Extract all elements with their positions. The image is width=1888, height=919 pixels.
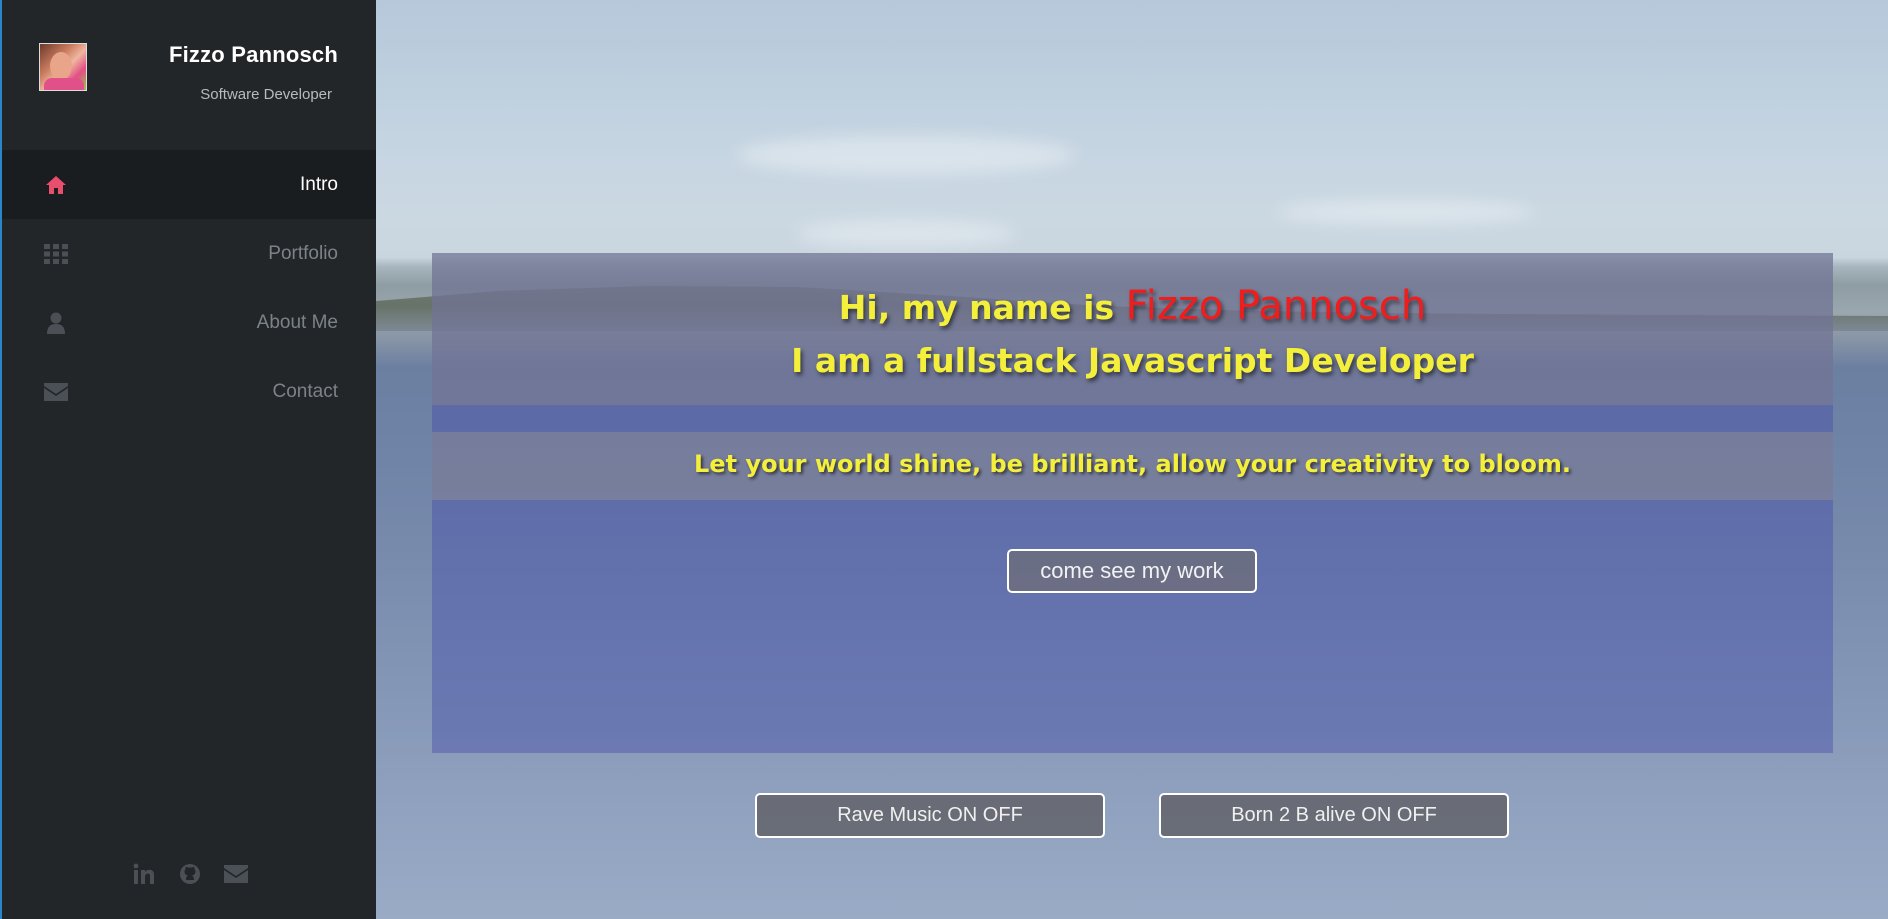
nav-item-portfolio[interactable]: Portfolio (2, 219, 376, 288)
sidebar-nav: Intro Portfolio About Me Contact (2, 150, 378, 426)
hero-name: Fizzo Pannosch (1125, 283, 1427, 329)
main-content: Hi, my name is Fizzo Pannosch I am a ful… (376, 0, 1888, 919)
nav-item-contact[interactable]: Contact (2, 357, 376, 426)
cloud (736, 135, 1076, 175)
hero-greeting-text: Hi, my name is (838, 288, 1126, 327)
sidebar: Fizzo Pannosch Software Developer Intro … (0, 0, 376, 919)
cloud (796, 220, 1016, 248)
grid-icon (44, 242, 68, 266)
envelope-icon[interactable] (224, 862, 248, 886)
github-icon[interactable] (178, 862, 202, 886)
rave-music-toggle[interactable]: Rave Music ON OFF (755, 793, 1105, 838)
nav-item-intro[interactable]: Intro (2, 150, 376, 219)
avatar (39, 43, 87, 91)
born-2-b-alive-toggle[interactable]: Born 2 B alive ON OFF (1159, 793, 1509, 838)
hero-heading-band (432, 253, 1833, 405)
nav-item-about-me[interactable]: About Me (2, 288, 376, 357)
nav-label-contact: Contact (272, 380, 338, 402)
profile-title: Software Developer (200, 86, 332, 103)
nav-label-portfolio: Portfolio (268, 242, 338, 264)
nav-label-about-me: About Me (256, 311, 338, 333)
hero-tagline: Let your world shine, be brilliant, allo… (694, 450, 1571, 478)
avatar-shirt (44, 78, 84, 90)
nav-label-intro: Intro (299, 173, 338, 195)
social-links (132, 862, 248, 886)
cloud (1276, 200, 1536, 224)
envelope-icon (44, 380, 68, 404)
profile-header: Fizzo Pannosch Software Developer (2, 0, 378, 150)
profile-name: Fizzo Pannosch (168, 42, 338, 67)
see-work-button[interactable]: come see my work (1007, 549, 1257, 593)
home-icon (44, 173, 68, 197)
user-icon (44, 311, 68, 335)
hero-greeting: Hi, my name is Fizzo Pannosch (432, 283, 1833, 329)
hero-subtitle: I am a fullstack Javascript Developer (791, 341, 1474, 380)
linkedin-icon[interactable] (132, 862, 156, 886)
avatar-face (50, 52, 72, 80)
hero-panel: Hi, my name is Fizzo Pannosch I am a ful… (432, 253, 1833, 753)
